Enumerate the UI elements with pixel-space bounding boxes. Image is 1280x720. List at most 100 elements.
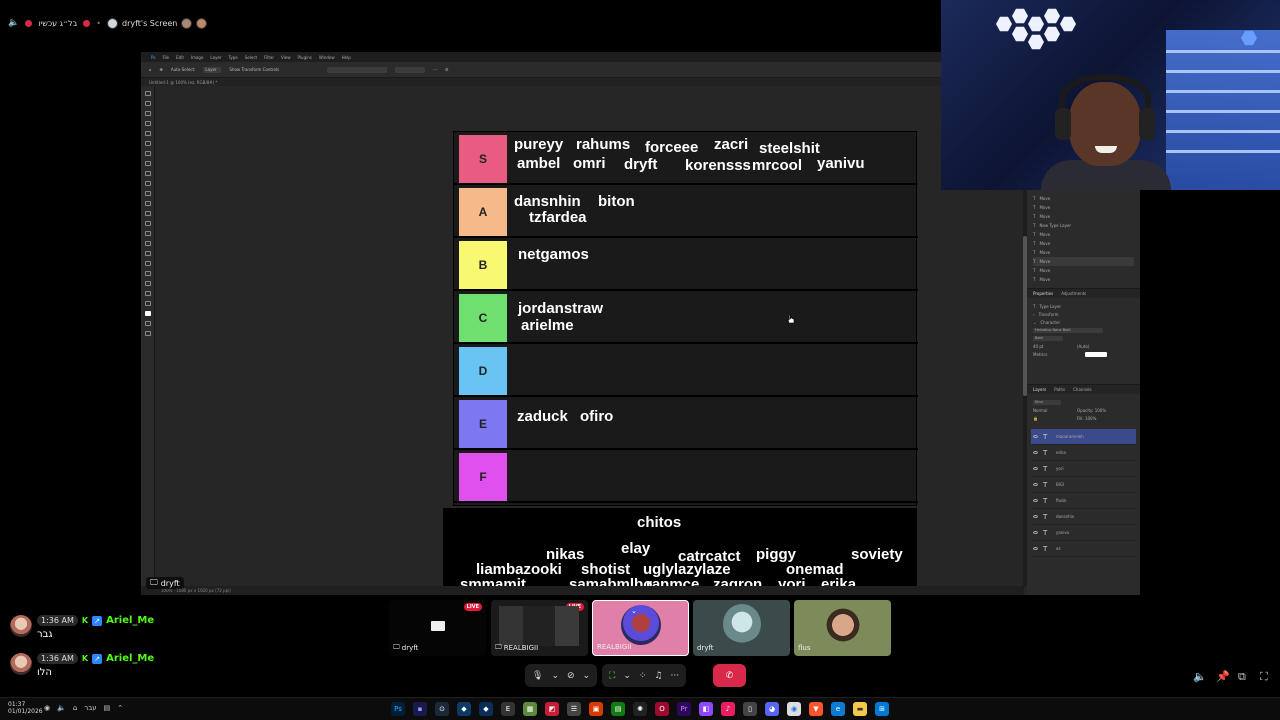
channel-name[interactable]: בל״ג עכשיו bbox=[38, 19, 77, 28]
visibility-eye-icon[interactable] bbox=[1033, 483, 1038, 486]
history-item[interactable]: T Move bbox=[1033, 239, 1134, 248]
app-brave-icon[interactable]: ▼ bbox=[809, 702, 823, 716]
menu-plugins[interactable]: Plugins bbox=[298, 55, 312, 60]
menu-select[interactable]: Select bbox=[245, 55, 257, 60]
chevron-up-icon[interactable]: ⌃ bbox=[117, 704, 123, 712]
history-item[interactable]: T Move bbox=[1033, 257, 1134, 266]
app-vpn-icon[interactable]: ◆ bbox=[457, 702, 471, 716]
history-item[interactable]: T Move bbox=[1033, 194, 1134, 203]
chat-username[interactable]: Ariel_Me bbox=[106, 615, 154, 626]
participant-tile[interactable]: ⌄ REALBIGII bbox=[592, 600, 689, 656]
font-style-select[interactable]: Bold bbox=[1033, 335, 1063, 341]
avatar[interactable] bbox=[10, 653, 32, 675]
visibility-eye-icon[interactable] bbox=[1033, 547, 1038, 550]
history-item[interactable]: T Move bbox=[1033, 212, 1134, 221]
avatar[interactable] bbox=[10, 615, 32, 637]
volume-icon[interactable]: 🔈 bbox=[57, 704, 66, 712]
layer-row[interactable]: Terika bbox=[1031, 445, 1136, 461]
app-steam-icon[interactable]: ⊙ bbox=[435, 702, 449, 716]
lasso-tool-icon[interactable] bbox=[144, 111, 151, 116]
visibility-eye-icon[interactable] bbox=[1033, 451, 1038, 454]
blur-tool-icon[interactable] bbox=[144, 221, 151, 226]
stamp-tool-icon[interactable] bbox=[144, 181, 151, 186]
history-item[interactable]: T New Type Layer bbox=[1033, 221, 1134, 230]
leading-field[interactable]: (Auto) bbox=[1077, 344, 1089, 349]
network-icon[interactable]: ⌂ bbox=[73, 704, 77, 712]
history-item[interactable]: T Move bbox=[1033, 266, 1134, 275]
app-chrome-icon[interactable]: ◉ bbox=[787, 702, 801, 716]
font-size-field[interactable]: 40 pt bbox=[1033, 344, 1073, 349]
history-item[interactable]: T Move bbox=[1033, 248, 1134, 257]
app-explorer-icon[interactable]: ▬ bbox=[853, 702, 867, 716]
language-indicator[interactable]: עבר bbox=[84, 704, 96, 712]
participant-tile[interactable]: dryft bbox=[693, 600, 790, 656]
tab-properties[interactable]: Properties bbox=[1033, 291, 1053, 296]
more-icon[interactable]: ··· bbox=[670, 671, 679, 681]
gradient-tool-icon[interactable] bbox=[144, 211, 151, 216]
chevron-down-icon[interactable]: ⌄ bbox=[583, 671, 591, 681]
dodge-tool-icon[interactable] bbox=[144, 231, 151, 236]
layer-dropdown[interactable]: Layer bbox=[203, 66, 222, 73]
type-tool-icon[interactable] bbox=[144, 251, 151, 256]
pen-tool-icon[interactable] bbox=[144, 241, 151, 246]
path-select-icon[interactable] bbox=[144, 261, 151, 266]
menu-filter[interactable]: Filter bbox=[264, 55, 274, 60]
color-swatch[interactable] bbox=[1085, 351, 1107, 357]
distribute-buttons[interactable] bbox=[395, 66, 426, 73]
chat-username[interactable]: Ariel_Me bbox=[106, 653, 154, 664]
quick-mask-icon[interactable] bbox=[144, 321, 151, 326]
app-office-icon[interactable]: ▣ bbox=[589, 702, 603, 716]
zoom-tool-icon[interactable] bbox=[144, 291, 151, 296]
microphone-icon[interactable]: 🎙 bbox=[532, 671, 543, 681]
align-buttons[interactable] bbox=[327, 66, 388, 73]
visibility-eye-icon[interactable] bbox=[1033, 467, 1038, 470]
menu-type[interactable]: Type bbox=[229, 55, 238, 60]
move-tool-icon[interactable] bbox=[144, 91, 151, 96]
layer-row[interactable]: Tmaoarameleh bbox=[1031, 429, 1136, 445]
volume-icon[interactable]: 🔈 bbox=[1193, 670, 1207, 683]
participant-tile[interactable]: flus bbox=[794, 600, 891, 656]
shape-tool-icon[interactable] bbox=[144, 271, 151, 276]
app-recorder-icon[interactable]: ◩ bbox=[545, 702, 559, 716]
app-vpn2-icon[interactable]: ◆ bbox=[479, 702, 493, 716]
fullscreen-icon[interactable]: ⛶ bbox=[1260, 670, 1268, 684]
soundboard-icon[interactable]: ♫ bbox=[654, 671, 662, 681]
canvas-area[interactable]: Spureyy rahums forceee zacri steelshit ambel o… bbox=[156, 86, 1024, 595]
eyedropper-icon[interactable] bbox=[144, 151, 151, 156]
font-family-select[interactable]: Helvetica Neue Bold bbox=[1033, 327, 1103, 333]
menu-help[interactable]: Help bbox=[342, 55, 351, 60]
crop-tool-icon[interactable] bbox=[144, 131, 151, 136]
wifi-icon[interactable]: ◉ bbox=[44, 704, 50, 712]
app-twitch-icon[interactable]: ◧ bbox=[699, 702, 713, 716]
layer-row[interactable]: Tyori bbox=[1031, 461, 1136, 477]
lock-icons[interactable]: 🔒 bbox=[1033, 416, 1073, 421]
tab-paths[interactable]: Paths bbox=[1054, 387, 1065, 392]
app-discord-icon[interactable]: ◕ bbox=[765, 702, 779, 716]
menu-edit[interactable]: Edit bbox=[176, 55, 184, 60]
visibility-eye-icon[interactable] bbox=[1033, 515, 1038, 518]
app-photoshop-icon[interactable]: Ps bbox=[391, 702, 405, 716]
history-item[interactable]: T Move bbox=[1033, 230, 1134, 239]
menu-window[interactable]: Window bbox=[319, 55, 335, 60]
home-icon[interactable]: ⌂ bbox=[149, 67, 152, 72]
app-terminal-icon[interactable]: ▤ bbox=[611, 702, 625, 716]
more-tools-icon[interactable] bbox=[144, 301, 151, 306]
show-transform-controls[interactable]: Show Transform Controls bbox=[229, 67, 279, 72]
tab-channels[interactable]: Channels bbox=[1073, 387, 1092, 392]
history-item[interactable]: T Move bbox=[1033, 275, 1134, 284]
app-premiere-pro-icon[interactable]: Pr bbox=[677, 702, 691, 716]
history-item[interactable]: T Move bbox=[1033, 203, 1134, 212]
tracking-field[interactable]: Metrics bbox=[1033, 352, 1073, 357]
app-music-icon[interactable]: ♪ bbox=[721, 702, 735, 716]
hand-tool-icon[interactable] bbox=[144, 281, 151, 286]
more-options-icon[interactable]: ··· bbox=[433, 67, 437, 72]
visibility-eye-icon[interactable] bbox=[1033, 435, 1038, 438]
activities-icon[interactable]: ⁘ bbox=[639, 671, 647, 681]
app-minecraft-icon[interactable]: ▦ bbox=[523, 702, 537, 716]
notification-icon[interactable]: ▤ bbox=[104, 704, 111, 712]
screen-mode-icon[interactable] bbox=[144, 331, 151, 336]
chevron-down-icon[interactable]: ⌄ bbox=[623, 671, 631, 681]
menu-image[interactable]: Image bbox=[191, 55, 204, 60]
move-tool-icon[interactable]: ✥ bbox=[160, 67, 163, 72]
app-windows-icon[interactable]: ⊞ bbox=[875, 702, 889, 716]
